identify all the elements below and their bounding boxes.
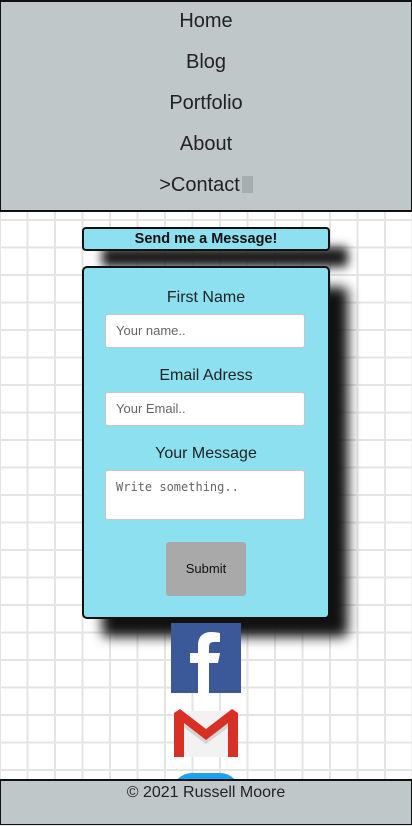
- nav-current-marker: >: [159, 174, 171, 196]
- gmail-icon[interactable]: [171, 701, 241, 763]
- message-label: Your Message: [155, 445, 257, 462]
- email-input[interactable]: Your Email..: [105, 392, 305, 426]
- nav-item-blog[interactable]: Blog: [1, 51, 411, 74]
- submit-button[interactable]: Submit: [166, 542, 246, 596]
- top-nav: Home Blog Portfolio About >Contact: [0, 0, 412, 212]
- nav-item-about[interactable]: About: [1, 133, 411, 156]
- nav-item-portfolio[interactable]: Portfolio: [1, 92, 411, 115]
- nav-item-contact-label: Contact: [170, 174, 240, 196]
- facebook-icon[interactable]: [171, 623, 241, 693]
- first-name-input[interactable]: Your name..: [105, 314, 305, 348]
- email-label: Email Adress: [159, 367, 253, 384]
- message-title: Send me a Message!: [82, 227, 330, 251]
- message-textarea[interactable]: Write something..: [105, 470, 305, 520]
- text-cursor: [241, 176, 253, 193]
- first-name-label: First Name: [166, 289, 246, 306]
- nav-item-contact[interactable]: >Contact: [1, 174, 411, 197]
- footer: © 2021 Russell Moore: [0, 779, 412, 825]
- contact-form: First Name Your name.. Email Adress Your…: [82, 266, 330, 619]
- copyright-text: © 2021 Russell Moore: [126, 784, 286, 801]
- nav-item-home[interactable]: Home: [1, 10, 411, 33]
